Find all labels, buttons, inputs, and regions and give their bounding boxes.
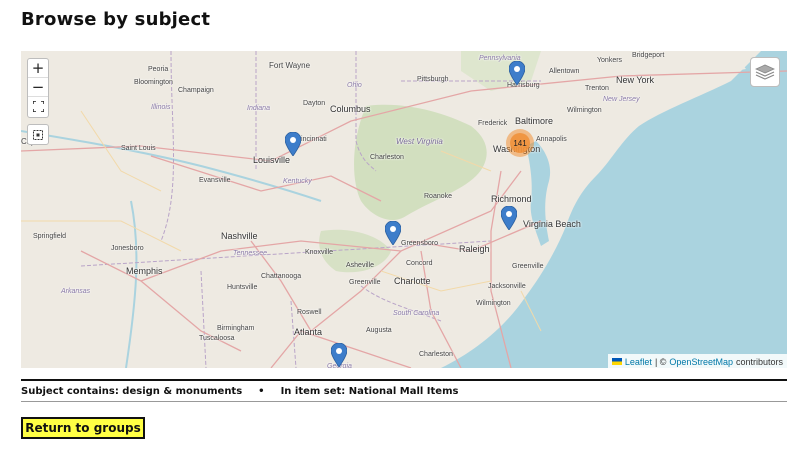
ukraine-flag-icon bbox=[611, 358, 622, 365]
map-label-west-virginia: West Virginia bbox=[396, 137, 443, 146]
map-label-dayton: Dayton bbox=[303, 100, 326, 107]
active-filters: Subject contains: design & monuments • I… bbox=[21, 379, 787, 402]
marker-cluster[interactable]: 141 bbox=[506, 129, 534, 157]
map-label-charleston-sc: Charleston bbox=[419, 351, 453, 358]
map-label-atlanta: Atlanta bbox=[294, 327, 323, 337]
map-label-illinois: Illinois bbox=[151, 104, 171, 111]
map-label-chattanooga: Chattanooga bbox=[261, 273, 302, 280]
map-pin-icon bbox=[508, 60, 526, 86]
map-label-new-jersey: New Jersey bbox=[603, 96, 640, 103]
map-label-birmingham: Birmingham bbox=[217, 325, 255, 332]
zoom-in-button[interactable]: + bbox=[28, 59, 48, 78]
filter-subject: Subject contains: design & monuments bbox=[21, 385, 243, 397]
map-pin-icon bbox=[284, 131, 302, 157]
map-label-ohio: Ohio bbox=[347, 82, 362, 89]
filter-separator: • bbox=[258, 385, 265, 397]
map-marker[interactable] bbox=[330, 342, 348, 368]
map-label-tuscaloosa: Tuscaloosa bbox=[199, 335, 235, 342]
map[interactable]: Fort Wayne Peoria Bloomington Champaign Illi… bbox=[21, 51, 787, 368]
map-pin-icon bbox=[500, 205, 518, 231]
map-pin-icon bbox=[330, 342, 348, 368]
map-label-charlotte: Charlotte bbox=[394, 276, 431, 286]
attribution-separator: | © bbox=[654, 356, 667, 367]
map-label-greenville-nc: Greenville bbox=[512, 263, 544, 270]
map-label-tennessee: Tennessee bbox=[233, 250, 267, 257]
return-to-groups-button[interactable]: Return to groups bbox=[21, 417, 145, 439]
map-label-knoxville: Knoxville bbox=[305, 249, 334, 256]
map-label-bloomington: Bloomington bbox=[134, 79, 173, 86]
map-label-jacksonville: Jacksonville bbox=[488, 283, 526, 290]
map-label-memphis: Memphis bbox=[126, 266, 163, 276]
map-label-jonesboro: Jonesboro bbox=[111, 245, 144, 252]
map-label-allentown: Allentown bbox=[549, 68, 580, 75]
map-label-yonkers: Yonkers bbox=[597, 57, 623, 64]
map-label-louisville: Louisville bbox=[253, 155, 291, 165]
map-label-columbus: Columbus bbox=[330, 104, 371, 114]
leaflet-link[interactable]: Leaflet bbox=[625, 357, 652, 367]
map-label-wilmington-nc: Wilmington bbox=[476, 300, 511, 307]
map-label-bridgeport: Bridgeport bbox=[632, 52, 665, 59]
box-select-icon bbox=[33, 129, 43, 140]
map-label-concord: Concord bbox=[406, 260, 433, 267]
map-label-kentucky: Kentucky bbox=[283, 178, 312, 185]
map-label-raleigh: Raleigh bbox=[459, 244, 490, 254]
map-label-roswell: Roswell bbox=[297, 309, 322, 316]
map-marker[interactable] bbox=[284, 131, 302, 157]
map-label-nashville: Nashville bbox=[221, 231, 258, 241]
map-label-new-york: New York bbox=[616, 75, 655, 85]
layers-button[interactable] bbox=[750, 57, 780, 87]
map-label-trenton: Trenton bbox=[585, 85, 609, 92]
attribution-suffix: contributors bbox=[735, 356, 783, 367]
map-label-arkansas: Arkansas bbox=[61, 288, 91, 295]
map-marker[interactable] bbox=[384, 220, 402, 246]
map-label-springfield: Springfield bbox=[33, 233, 67, 240]
map-base[interactable] bbox=[21, 51, 787, 368]
map-label-asheville: Asheville bbox=[346, 262, 375, 269]
box-select-button[interactable] bbox=[27, 124, 49, 145]
map-label-frederick: Frederick bbox=[478, 120, 508, 127]
map-label-greensboro: Greensboro bbox=[401, 240, 438, 247]
map-label-huntsville: Huntsville bbox=[227, 284, 258, 291]
map-label-peoria: Peoria bbox=[148, 66, 169, 73]
fullscreen-icon bbox=[32, 101, 44, 112]
openstreetmap-link[interactable]: OpenStreetMap bbox=[669, 357, 733, 367]
map-label-roanoke: Roanoke bbox=[424, 193, 453, 200]
map-label-pittsburgh: Pittsburgh bbox=[417, 76, 449, 83]
map-attribution: Leaflet | © OpenStreetMap contributors bbox=[607, 354, 787, 368]
filter-item-set: In item set: National Mall Items bbox=[280, 385, 459, 397]
map-label-wilmington-de: Wilmington bbox=[567, 107, 602, 114]
map-label-annapolis: Annapolis bbox=[536, 136, 567, 143]
map-label-richmond: Richmond bbox=[491, 194, 532, 204]
map-label-charleston-wv: Charleston bbox=[370, 154, 404, 161]
layers-icon bbox=[755, 64, 775, 80]
zoom-out-button[interactable]: − bbox=[28, 78, 48, 97]
map-pin-icon bbox=[384, 220, 402, 246]
zoom-control: + − bbox=[27, 58, 49, 118]
map-label-virginia-beach: Virginia Beach bbox=[523, 219, 581, 229]
page-title: Browse by subject bbox=[21, 9, 211, 30]
map-label-saint-louis: Saint Louis bbox=[121, 145, 156, 152]
map-label-evansville: Evansville bbox=[199, 177, 231, 184]
map-label-baltimore: Baltimore bbox=[515, 116, 554, 126]
map-marker[interactable] bbox=[500, 205, 518, 231]
marker-cluster-count: 141 bbox=[510, 133, 530, 153]
map-marker[interactable] bbox=[508, 60, 526, 86]
map-label-champaign: Champaign bbox=[178, 87, 214, 94]
map-label-indiana: Indiana bbox=[247, 105, 270, 112]
fullscreen-button[interactable] bbox=[28, 97, 48, 116]
map-label-greenville-sc: Greenville bbox=[349, 279, 381, 286]
map-label-south-carolina: South Carolina bbox=[393, 310, 440, 317]
map-label-fort-wayne: Fort Wayne bbox=[269, 61, 311, 70]
map-label-augusta: Augusta bbox=[366, 327, 392, 334]
